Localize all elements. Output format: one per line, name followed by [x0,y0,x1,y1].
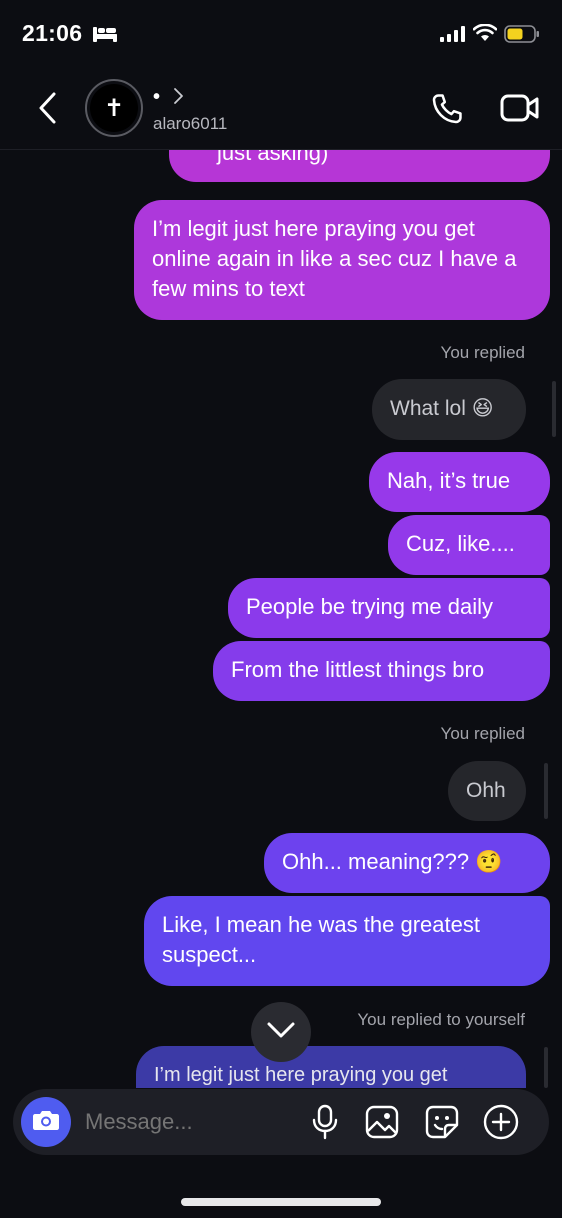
reply-label: You replied [440,343,525,362]
reply-label: You replied to yourself [357,1010,525,1029]
message-composer [13,1089,549,1155]
contact-avatar[interactable]: ✝ [85,79,143,137]
message-bubble-sent[interactable]: Cuz, like.... [388,515,550,575]
message-text: I’m legit just here praying you get onli… [152,216,517,301]
reply-indicator-bar [552,381,556,437]
sticker-icon[interactable] [425,1105,459,1144]
reply-indicator-bar [544,1047,548,1088]
microphone-icon[interactable] [311,1104,339,1145]
camera-icon [32,1108,60,1137]
quoted-reply-bubble[interactable]: What lol 😆 [372,379,526,440]
home-indicator[interactable] [181,1198,381,1206]
message-text: Nah, it’s true [387,468,511,493]
cross-icon: ✝ [90,84,138,132]
video-call-icon[interactable] [500,92,540,129]
message-bubble-sent[interactable]: From the littlest things bro [213,641,550,701]
scroll-to-bottom-button[interactable] [251,1002,311,1062]
quoted-reply-bubble[interactable]: Ohh [448,761,526,821]
message-text: just asking) [217,150,329,165]
battery-icon [504,25,540,48]
wifi-icon [472,23,498,47]
message-bubble-sent[interactable]: Like, I mean he was the greatest suspect… [144,896,550,986]
message-text: Ohh... meaning??? 🤨 [282,849,503,874]
sleep-focus-bed-icon [92,25,118,48]
message-bubble-sent[interactable]: I’m legit just here praying you get onli… [134,200,550,320]
status-bar: 21:06 [0,0,562,70]
message-bubble-sent[interactable]: just asking) [169,150,550,182]
reply-label: You replied [440,724,525,743]
chat-header: ✝ • alaro6011 [0,70,562,150]
contact-username[interactable]: alaro6011 [153,114,227,134]
message-text: Like, I mean he was the greatest suspect… [162,912,480,967]
message-text: Cuz, like.... [406,531,515,556]
chevron-down-icon [266,1021,296,1044]
camera-button[interactable] [21,1097,71,1147]
back-arrow-icon[interactable] [34,90,62,131]
quoted-reply-bubble[interactable]: I’m legit just here praying you get [136,1046,526,1088]
quoted-reply-text: Ohh [466,779,506,802]
message-bubble-sent[interactable]: Nah, it’s true [369,452,550,512]
status-time: 21:06 [22,20,83,46]
message-thread[interactable]: just asking) I’m legit just here praying… [0,150,562,1088]
reply-indicator-bar [544,763,548,819]
contact-display-name[interactable]: • [153,87,160,107]
quoted-reply-text: I’m legit just here praying you get [154,1064,448,1086]
message-text: People be trying me daily [246,594,494,619]
message-bubble-sent[interactable]: People be trying me daily [228,578,550,638]
chevron-right-icon[interactable] [172,87,184,110]
quoted-reply-text: What lol 😆 [390,397,494,420]
message-text: From the littlest things bro [231,657,485,682]
add-plus-icon[interactable] [483,1104,519,1145]
phone-call-icon[interactable] [428,90,466,133]
message-input[interactable] [85,1089,295,1155]
gallery-image-icon[interactable] [365,1105,399,1144]
cellular-signal-icon [440,26,466,47]
message-bubble-sent[interactable]: Ohh... meaning??? 🤨 [264,833,550,893]
